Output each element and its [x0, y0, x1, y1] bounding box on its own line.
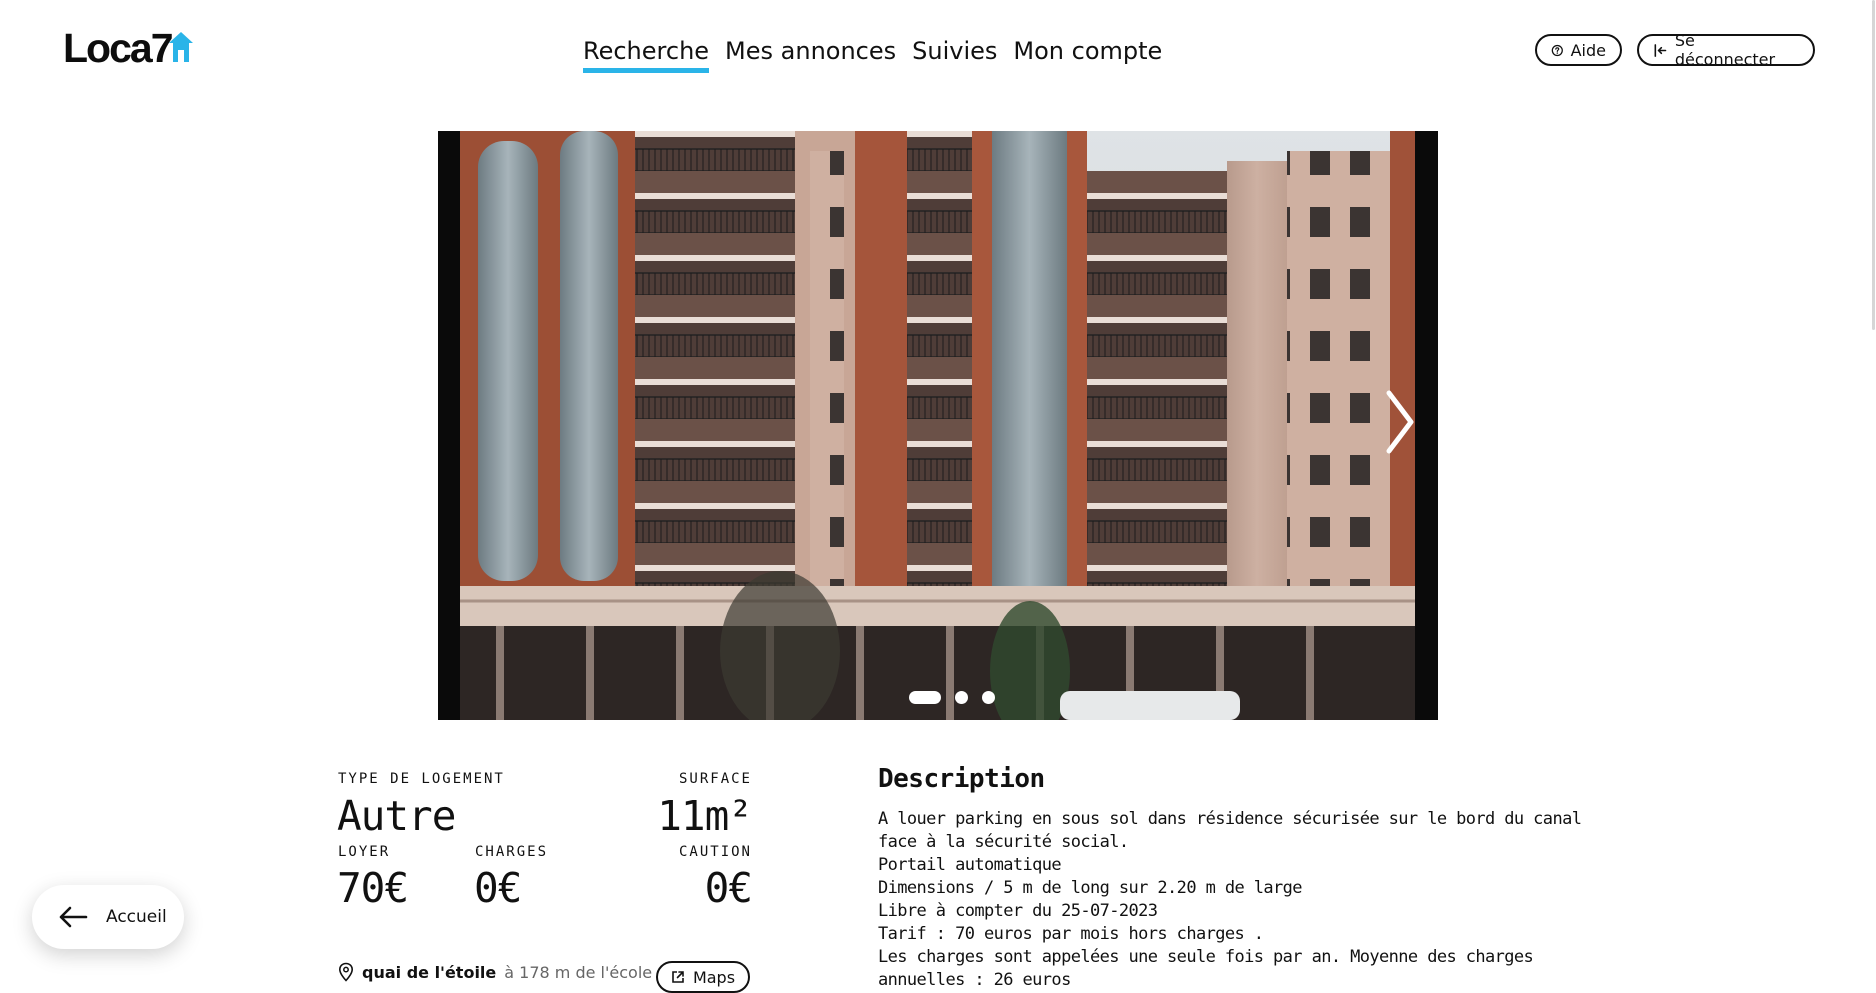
type-label: TYPE DE LOGEMENT — [338, 771, 505, 787]
surface-value: 11m² — [657, 792, 753, 840]
chevron-right-icon[interactable] — [1383, 389, 1417, 455]
type-value: Autre — [337, 792, 456, 840]
maps-button[interactable]: Maps — [656, 961, 750, 993]
help-label: Aide — [1570, 40, 1606, 60]
external-link-icon — [672, 971, 684, 983]
description-line: Portail automatique — [878, 855, 1062, 875]
arrow-left-icon — [59, 906, 88, 928]
logout-button[interactable]: Se déconnecter — [1637, 31, 1815, 69]
photo-carousel[interactable] — [438, 131, 1438, 720]
charges-label: CHARGES — [475, 844, 549, 860]
house-icon — [168, 32, 193, 62]
description-line: Les charges sont appelées une seule fois… — [878, 947, 1534, 967]
listing-photo — [460, 131, 1415, 720]
description-title: Description — [878, 764, 1045, 794]
location-pin-icon — [338, 962, 354, 982]
page-scrollbar[interactable] — [1872, 0, 1875, 330]
maps-label: Maps — [692, 967, 736, 987]
deposit-label: CAUTION — [678, 844, 752, 860]
nav-recherche[interactable]: Recherche — [583, 34, 710, 73]
question-circle-icon — [1551, 44, 1563, 56]
nav-mon-compte[interactable]: Mon compte — [1013, 34, 1162, 72]
address-street: quai de l'étoile — [362, 962, 497, 982]
nav-suivies[interactable]: Suivies — [912, 34, 997, 72]
main-nav: Recherche Mes annonces Suivies Mon compt… — [583, 34, 1162, 73]
rent-label: LOYER — [338, 844, 391, 860]
logo-text: Loca7 — [63, 25, 173, 71]
description-line: face à la sécurité social. — [878, 832, 1129, 852]
home-label: Accueil — [106, 907, 167, 927]
carousel-dots — [452, 691, 1438, 704]
surface-label: SURFACE — [678, 771, 752, 787]
carousel-dot-1[interactable] — [909, 691, 941, 704]
description-line: Tarif : 70 euros par mois hors charges . — [878, 924, 1264, 944]
description-line: A louer parking en sous sol dans résiden… — [878, 809, 1582, 829]
address: quai de l'étoile à 178 m de l'école — [338, 962, 652, 982]
address-distance: à 178 m de l'école — [504, 962, 653, 982]
logo[interactable]: Loca7 — [63, 25, 194, 71]
nav-mes-annonces[interactable]: Mes annonces — [725, 34, 896, 72]
help-button[interactable]: Aide — [1535, 34, 1622, 66]
logout-icon — [1654, 43, 1667, 57]
rent-value: 70€ — [337, 864, 409, 912]
home-button[interactable]: Accueil — [32, 885, 184, 949]
logout-label: Se déconnecter — [1674, 31, 1776, 69]
carousel-dot-2[interactable] — [955, 691, 968, 704]
charges-value: 0€ — [474, 864, 522, 912]
description-line: Libre à compter du 25-07-2023 — [878, 901, 1158, 921]
carousel-dot-3[interactable] — [982, 691, 995, 704]
deposit-value: 0€ — [704, 864, 753, 912]
description-line: Dimensions / 5 m de long sur 2.20 m de l… — [878, 878, 1303, 898]
description-body: A louer parking en sous sol dans résiden… — [878, 808, 1582, 992]
